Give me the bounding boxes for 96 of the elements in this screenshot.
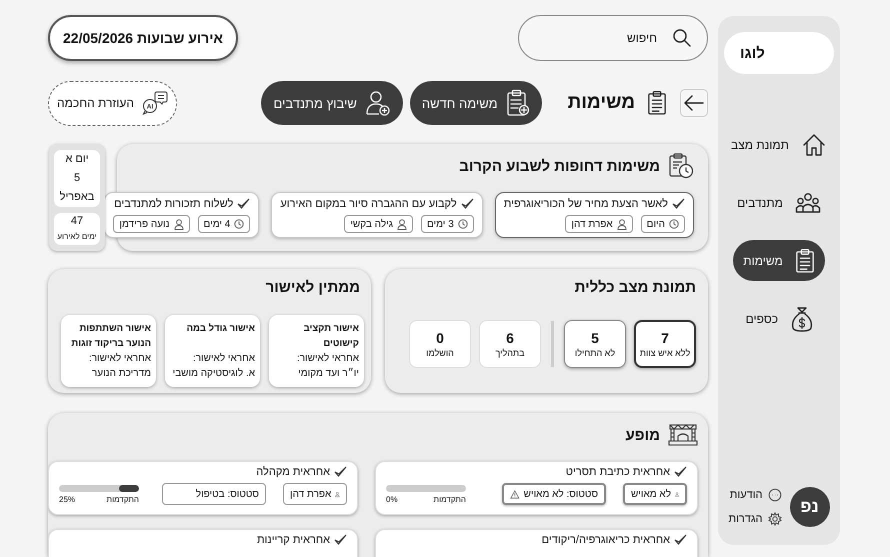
check-icon — [334, 466, 347, 478]
person-icon — [396, 218, 407, 230]
role-title: אחראית כתיבת תסריט — [566, 466, 670, 478]
user-avatar[interactable]: נפ — [790, 487, 830, 527]
role-card[interactable]: אחראית קריינות — [48, 529, 358, 557]
approval-title: אישור גודל במה — [186, 322, 255, 336]
nav-item[interactable]: משימות — [733, 240, 825, 281]
notifications-link[interactable]: הודעות — [728, 488, 782, 502]
clipboard-clock-icon — [668, 153, 694, 179]
section-title: משימות דחופות לשבוע הקרוב — [459, 158, 660, 174]
check-icon — [460, 198, 474, 210]
approver-name: מדריכת הנוער — [90, 367, 151, 381]
task-card[interactable]: לאשר הצעת מחיר של הכוריאוגרפית היום אפרת דהן — [494, 192, 694, 238]
task-title: לקבוע עם ההגברה סיור במקום האירוע — [280, 198, 457, 210]
progress-percent: 0% — [386, 494, 398, 504]
approver-label: אחראי לאישור: — [192, 352, 255, 366]
assignee-chip: לא מאויש — [623, 483, 687, 505]
nav-item[interactable]: תמונת מצב — [721, 124, 837, 165]
role-title: אחראית כריאוגרפיה/ריקודים — [542, 534, 670, 546]
assignee-chip: אפרת דהן — [565, 215, 633, 233]
assignee-chip: נועה פרידמן — [113, 215, 190, 233]
task-card[interactable]: לקבוע עם ההגברה סיור במקום האירוע 3 ימים גילה בקשי — [271, 192, 483, 238]
new-task-button[interactable]: משימה חדשה — [410, 81, 542, 125]
approver-label: אחראי לאישור: — [88, 352, 151, 366]
home-icon — [800, 132, 827, 158]
due-chip: היום — [640, 215, 685, 233]
clipboard-icon — [794, 248, 815, 274]
assignee-chip: גילה בקשי — [344, 215, 413, 233]
clipboard-icon — [647, 90, 667, 116]
approval-card[interactable]: אישור השתתפות הנוער בריקוד זוגות אחראי לאישור: מדריכת הנוער — [61, 315, 156, 387]
check-icon — [674, 466, 687, 478]
progress-label: התקדמות — [106, 494, 139, 504]
stat-value: 7 — [661, 330, 669, 346]
person-icon — [174, 218, 184, 230]
search-icon — [672, 28, 692, 48]
settings-link[interactable]: הגדרות — [728, 512, 782, 526]
clock-icon — [669, 219, 679, 229]
add-user-icon — [364, 90, 391, 116]
check-icon — [672, 198, 685, 210]
nav-item[interactable]: כספים — [734, 298, 824, 339]
section-title: תמונת מצב כללית — [574, 279, 696, 298]
stat-label: ללא איש צוות — [640, 348, 690, 358]
logo[interactable]: לוגו — [724, 32, 834, 74]
task-title: לשלוח תזכורות למתנדבים — [114, 198, 234, 210]
status-chip: סטטוס: בטיפול — [162, 483, 266, 505]
money-bag-icon — [790, 304, 814, 332]
clock-icon — [234, 219, 244, 229]
countdown-label: ימים לאירוע — [57, 231, 97, 244]
stat-value: 0 — [436, 330, 444, 346]
nav-item[interactable]: מתנדבים — [727, 182, 831, 223]
page-title: משימות — [568, 92, 635, 114]
due-chip: 4 ימים — [198, 215, 250, 233]
stat-value: 5 — [591, 330, 599, 346]
check-icon — [237, 198, 250, 210]
task-title: לאשר הצעת מחיר של הכוריאוגרפית — [504, 198, 668, 210]
stat-label: בתהליך — [495, 348, 525, 358]
warning-icon — [510, 488, 520, 500]
role-card[interactable]: אחראית כריאוגרפיה/ריקודים — [375, 529, 698, 557]
approval-card[interactable]: אישור תקציב קישוטים אחראי לאישור: יו״ר ועד מקומי — [269, 315, 364, 387]
status-chip: סטטוס: לא מאויש — [502, 483, 606, 505]
weekday: יום א — [65, 152, 89, 168]
assign-volunteers-button[interactable]: שיבוץ מתנדבים — [261, 81, 403, 125]
progress-label: התקדמות — [434, 494, 466, 504]
month: באפריל — [60, 190, 94, 206]
progress-percent: 25% — [59, 494, 76, 504]
approver-name: יו״ר ועד מקומי — [297, 366, 359, 381]
people-icon — [794, 192, 821, 214]
countdown-number: 47 — [70, 214, 84, 230]
task-card[interactable]: לשלוח תזכורות למתנדבים 4 ימים נועה פרידמן — [104, 192, 260, 238]
due-chip: 3 ימים — [420, 215, 474, 233]
person-icon — [616, 218, 627, 230]
role-title: אחראית מקהלה — [256, 466, 330, 478]
add-task-icon — [506, 89, 530, 117]
arrow-icon — [684, 95, 704, 111]
approval-card[interactable]: אישור גודל במה אחראי לאישור: א. לוגיסטיקה מושבי — [165, 315, 260, 387]
day-number: 5 — [74, 171, 80, 186]
clock-icon — [458, 219, 468, 229]
role-title: אחראית קריינות — [256, 534, 330, 546]
stat-label: לא התחילו — [574, 348, 616, 358]
back-button[interactable] — [680, 89, 708, 117]
stat-value: 6 — [506, 330, 514, 346]
check-icon — [334, 534, 347, 546]
approval-title: אישור השתתפות הנוער בריקוד זוגות — [70, 322, 151, 351]
event-date: אירוע שבועות 22/05/2026 — [48, 15, 238, 61]
approver-name: א. לוגיסטיקה מושבי — [172, 366, 255, 381]
section-title: ממתין לאישור — [264, 279, 361, 298]
search-field[interactable]: חיפוש — [518, 15, 708, 61]
section-title: מופע — [626, 426, 660, 444]
chat-icon — [768, 488, 782, 502]
check-icon — [674, 534, 687, 546]
stat-label: הושלמו — [426, 348, 454, 358]
assignee-chip: אפרת דהן — [283, 483, 347, 505]
approver-label: אחראי לאישור: — [296, 352, 359, 366]
settings-icon — [768, 512, 782, 526]
approval-title: אישור תקציב קישוטים — [302, 322, 359, 351]
stage-icon — [668, 422, 698, 448]
